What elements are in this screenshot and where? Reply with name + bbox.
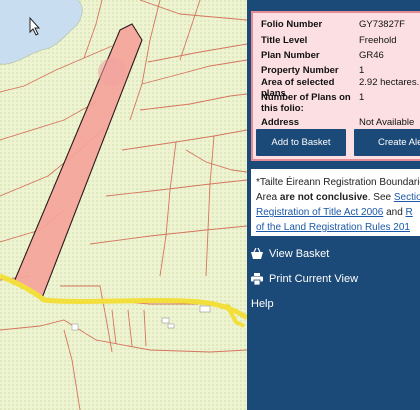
note-line-2: Area are not conclusive. See Section [256, 190, 420, 205]
note-line-4: of the Land Registration Rules 201 [256, 220, 420, 235]
note-line-1: *Tailte Éireann Registration Boundaries [256, 177, 420, 188]
info-key: Address [261, 117, 300, 128]
info-value: Freehold [359, 35, 397, 46]
help-item[interactable]: Help [251, 298, 274, 310]
info-value: GR46 [359, 50, 384, 61]
add-to-basket-button[interactable]: Add to Basket [256, 129, 346, 156]
rules-link[interactable]: R [406, 207, 413, 218]
note-bold-text: are not conclusive [279, 192, 368, 203]
print-current-view-item[interactable]: Print Current View [251, 273, 358, 285]
create-alert-button[interactable]: Create Ale [354, 129, 420, 156]
note-text: and [383, 207, 406, 218]
basket-icon [251, 248, 263, 259]
parcel-highlight [98, 58, 126, 86]
info-key: Plan Number [261, 50, 320, 61]
side-panel: Folio Number GY73827F Title Level Freeho… [247, 0, 420, 410]
section-link[interactable]: Section [394, 192, 420, 203]
title-act-link[interactable]: Registration of Title Act 2006 [256, 207, 383, 218]
info-value: 2.92 hectares. [359, 77, 420, 88]
note-text: . See [367, 192, 394, 203]
view-basket-item[interactable]: View Basket [251, 248, 329, 260]
info-value: 1 [359, 92, 365, 103]
print-view-label: Print Current View [269, 273, 359, 285]
info-value: GY73827F [359, 19, 405, 30]
note-line-3: Registration of Title Act 2006 and R [256, 205, 420, 220]
note-text: Area [256, 192, 280, 203]
info-key: Property Number [261, 65, 339, 76]
map-canvas[interactable] [0, 0, 247, 410]
info-key: Folio Number [261, 19, 323, 30]
printer-icon [251, 273, 263, 285]
info-key: Title Level [261, 35, 308, 46]
info-key: Number of Plans on this folio: [261, 92, 351, 114]
view-basket-label: View Basket [269, 248, 330, 260]
disclaimer-note: *Tailte Éireann Registration Boundaries … [251, 169, 420, 236]
info-value: Not Available [359, 117, 415, 128]
registration-rules-link[interactable]: of the Land Registration Rules 201 [256, 222, 410, 233]
help-label: Help [251, 298, 274, 310]
map-view[interactable] [0, 0, 247, 410]
info-value: 1 [359, 65, 365, 76]
